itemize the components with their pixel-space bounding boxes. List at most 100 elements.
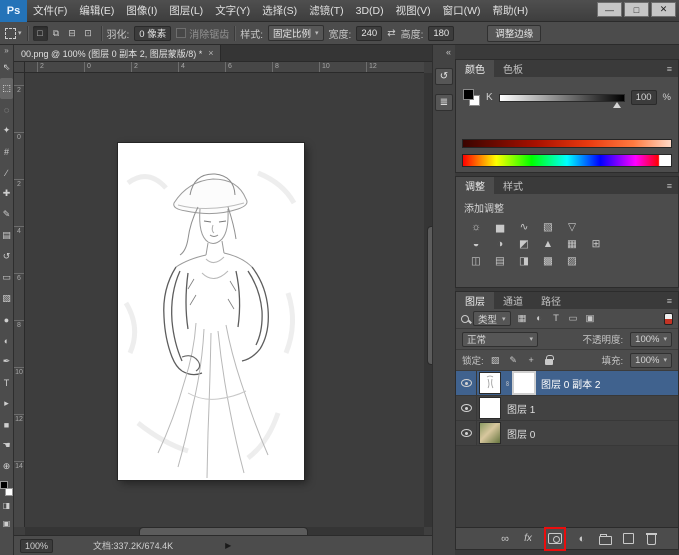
width-input[interactable]: 240 [356,26,382,41]
canvas-image-sketch[interactable] [118,143,304,480]
menu-help[interactable]: 帮助(H) [487,3,535,18]
style-dropdown[interactable]: 固定比例 ▾ [268,25,324,41]
gradient-tool[interactable]: ▧ [0,288,13,309]
k-value-input[interactable]: 100 [631,90,657,105]
filter-kind-dropdown[interactable]: 类型 ▾ [473,311,511,326]
new-adjustment-layer-icon[interactable]: ◐ [575,531,589,547]
slider-thumb[interactable] [613,102,621,108]
layer-visibility-eye-icon[interactable] [456,421,477,445]
move-tool[interactable]: ⇖ [0,57,13,78]
menu-select[interactable]: 选择(S) [256,3,303,18]
feather-input[interactable]: 0 像素 [134,26,171,41]
adjustment-exposure-icon[interactable]: ▧ [540,220,556,234]
spot-healing-brush-tool[interactable]: ✚ [0,183,13,204]
tab-paths[interactable]: 路径 [532,292,570,309]
lock-transparency-icon[interactable]: ▨ [489,354,502,367]
tool-preset-picker[interactable]: ▾ [5,28,22,39]
adjustment-channel-mixer-icon[interactable]: ▦ [564,237,580,251]
quick-selection-tool[interactable]: ✦ [0,120,13,141]
new-layer-icon[interactable] [621,531,635,547]
add-layer-mask-icon[interactable] [548,531,562,547]
new-selection-icon[interactable]: □ [33,26,48,41]
adjustment-invert-icon[interactable]: ◫ [468,254,484,268]
filter-smart-objects-icon[interactable]: ▣ [583,312,598,326]
tab-layers[interactable]: 图层 [456,292,494,309]
color-spectrum-bar[interactable] [462,154,672,167]
rectangular-marquee-tool[interactable]: ⬚ [0,78,13,99]
adjustment-gradient-map-icon[interactable]: ▨ [564,254,580,268]
history-panel-icon[interactable]: ↺ [435,68,453,85]
adjustment-brightness-contrast-icon[interactable]: ☼ [468,220,484,234]
menu-window[interactable]: 窗口(W) [437,3,487,18]
adjustment-curves-icon[interactable]: ∿ [516,220,532,234]
minimize-button[interactable]: — [597,2,622,17]
menu-3d[interactable]: 3D(D) [350,5,390,17]
clone-stamp-tool[interactable]: ▤ [0,225,13,246]
zoom-tool[interactable]: ⊕ [0,456,13,477]
filter-toggle-icon[interactable] [664,313,673,325]
link-layers-icon[interactable]: ∞ [498,531,512,547]
opacity-dropdown[interactable]: 100% ▾ [630,332,672,347]
intersect-selection-icon[interactable]: ⊡ [81,26,96,41]
adjustment-color-lookup-icon[interactable]: ⊞ [588,237,604,251]
screen-mode-icon[interactable]: ▣ [0,514,13,532]
adjustment-hue-saturation-icon[interactable]: ◒ [468,237,484,251]
tab-close-icon[interactable]: × [208,48,213,58]
layer-thumbnail[interactable] [480,423,500,443]
antialias-checkbox[interactable] [176,28,186,38]
pen-tool[interactable]: ✒ [0,351,13,372]
panel-menu-icon[interactable]: ≡ [661,292,678,309]
status-menu-arrow[interactable]: ▶ [225,541,231,550]
tab-styles[interactable]: 样式 [494,177,532,194]
panel-menu-icon[interactable]: ≡ [661,60,678,77]
foreground-color-swatch[interactable] [0,481,8,489]
k-slider[interactable] [499,94,625,102]
menu-file[interactable]: 文件(F) [27,3,73,18]
quick-mask-icon[interactable]: ◨ [0,496,13,514]
filter-shape-layers-icon[interactable]: ▭ [566,312,581,326]
layer-name[interactable]: 图层 0 副本 2 [541,376,600,391]
delete-layer-icon[interactable] [644,531,658,547]
layer-visibility-eye-icon[interactable] [456,371,477,395]
adjustment-levels-icon[interactable]: ▅ [492,220,508,234]
horizontal-scrollbar[interactable] [25,527,424,535]
blur-tool[interactable]: ● [0,309,13,330]
layer-row[interactable]: 图层 0 [456,421,678,446]
collapse-toolbar-icon[interactable]: » [4,45,8,57]
layer-style-icon[interactable]: fx [521,531,535,547]
layer-visibility-eye-icon[interactable] [456,396,477,420]
height-input[interactable]: 180 [428,26,454,41]
maximize-button[interactable]: □ [624,2,649,17]
collapse-panels-icon[interactable]: « [446,45,455,59]
layer-mask-thumbnail[interactable] [514,373,534,393]
layer-name[interactable]: 图层 0 [507,426,535,441]
vertical-scrollbar[interactable] [424,73,432,527]
menu-image[interactable]: 图像(I) [120,3,163,18]
eyedropper-tool[interactable]: ∕ [0,162,13,183]
eraser-tool[interactable]: ▭ [0,267,13,288]
layer-thumbnail[interactable] [480,373,500,393]
layer-thumbnail[interactable] [480,398,500,418]
foreground-background-swatches[interactable] [463,89,480,106]
document-tab[interactable]: 00.png @ 100% (图层 0 副本 2, 图层蒙版/8) * × [14,45,221,61]
menu-view[interactable]: 视图(V) [390,3,437,18]
adjustment-vibrance-icon[interactable]: ▽ [564,220,580,234]
dodge-tool[interactable]: ◐ [0,330,13,351]
properties-panel-icon[interactable]: ≣ [435,94,453,111]
tab-channels[interactable]: 通道 [494,292,532,309]
menu-filter[interactable]: 滤镜(T) [303,3,349,18]
tab-adjustments[interactable]: 调整 [456,177,494,194]
color-ramp-red[interactable] [462,139,672,148]
type-tool[interactable]: T [0,372,13,393]
foreground-color-swatch[interactable] [463,89,474,100]
filter-adjustment-layers-icon[interactable]: ◐ [532,312,547,326]
blend-mode-dropdown[interactable]: 正常 ▾ [462,332,538,347]
adjustment-color-balance-icon[interactable]: ◑ [492,237,508,251]
history-brush-tool[interactable]: ↺ [0,246,13,267]
brush-tool[interactable]: ✎ [0,204,13,225]
background-color-swatch[interactable] [5,488,13,496]
layer-row[interactable]: 图层 1 [456,396,678,421]
swap-dimensions-icon[interactable]: ⇄ [387,28,395,39]
zoom-level-input[interactable]: 100% [20,539,53,553]
tab-color[interactable]: 颜色 [456,60,494,77]
